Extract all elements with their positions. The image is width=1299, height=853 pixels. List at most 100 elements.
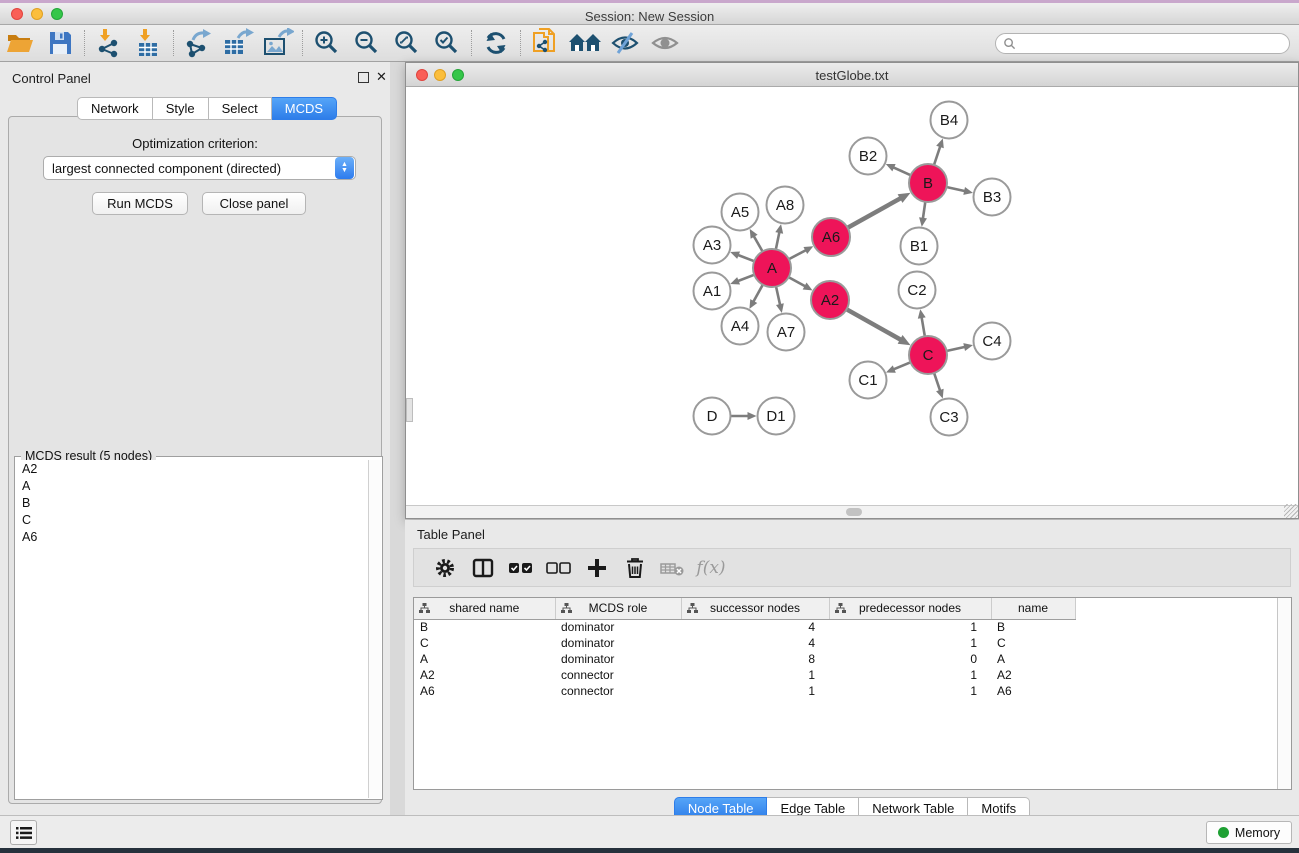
settings-gear-icon[interactable] (426, 553, 464, 583)
table-cell[interactable]: B (991, 619, 1075, 635)
run-mcds-button[interactable]: Run MCDS (92, 192, 188, 215)
edge-B-B4[interactable] (933, 144, 940, 166)
zoom-fit-icon[interactable] (387, 27, 427, 59)
edge-A2-C[interactable] (845, 308, 903, 341)
edge-A-A7[interactable] (776, 285, 781, 307)
table-cell[interactable]: 1 (829, 619, 991, 635)
table-cell[interactable]: connector (555, 667, 681, 683)
export-image-icon[interactable] (258, 27, 298, 59)
table-cell[interactable]: A (414, 651, 555, 667)
column-header-name[interactable]: name (991, 598, 1075, 619)
column-header-MCDS-role[interactable]: MCDS role (555, 598, 681, 619)
edge-A-A6[interactable] (787, 249, 808, 260)
mcds-result-item[interactable]: A (16, 477, 368, 494)
network-vertical-scrollbar[interactable] (406, 398, 413, 422)
edge-A-A3[interactable] (736, 254, 756, 262)
task-history-button[interactable] (10, 820, 37, 845)
save-session-icon[interactable] (40, 27, 80, 59)
window-resize-grip[interactable] (1284, 504, 1298, 518)
optimization-criterion-dropdown[interactable]: largest connected component (directed) ▲… (43, 156, 356, 180)
table-row[interactable]: A2connector11A2 (414, 667, 1075, 683)
column-header-shared-name[interactable]: shared name (414, 598, 555, 619)
zoom-out-icon[interactable] (347, 27, 387, 59)
edge-B-B1[interactable] (923, 200, 926, 221)
function-builder-icon[interactable]: f(x) (692, 553, 730, 583)
edge-A-A5[interactable] (753, 234, 764, 253)
open-session-icon[interactable] (0, 27, 40, 59)
mcds-result-item[interactable]: A6 (16, 528, 368, 545)
edge-B-B2[interactable] (892, 167, 913, 176)
zoom-selected-icon[interactable] (427, 27, 467, 59)
table-cell[interactable]: B (414, 619, 555, 635)
new-network-icon[interactable] (525, 27, 565, 59)
mcds-result-item[interactable]: A2 (16, 460, 368, 477)
mcds-result-item[interactable]: C (16, 511, 368, 528)
close-panel-icon[interactable]: ✕ (376, 69, 387, 85)
edge-C-C3[interactable] (933, 371, 940, 392)
table-cell[interactable]: 4 (681, 635, 829, 651)
table-row[interactable]: Adominator80A (414, 651, 1075, 667)
export-table-icon[interactable] (218, 27, 258, 59)
add-column-icon[interactable] (578, 553, 616, 583)
deselect-all-columns-icon[interactable] (540, 553, 578, 583)
edge-A6-B[interactable] (846, 197, 903, 229)
edge-C-C2[interactable] (921, 315, 925, 338)
search-input[interactable] (1016, 35, 1289, 52)
scrollbar-thumb[interactable] (846, 508, 862, 516)
mcds-result-list[interactable]: A2ABCA6 (16, 460, 368, 798)
table-row[interactable]: Bdominator41B (414, 619, 1075, 635)
edge-B-B3[interactable] (945, 187, 967, 192)
table-cell[interactable]: 4 (681, 619, 829, 635)
table-cell[interactable]: C (991, 635, 1075, 651)
table-cell[interactable]: 1 (681, 683, 829, 699)
table-cell[interactable]: A2 (991, 667, 1075, 683)
network-horizontal-scrollbar[interactable] (406, 505, 1298, 518)
mcds-result-item[interactable]: B (16, 494, 368, 511)
table-cell[interactable]: dominator (555, 651, 681, 667)
memory-button[interactable]: Memory (1206, 821, 1292, 844)
tab-style[interactable]: Style (153, 97, 209, 120)
node-table[interactable]: shared nameMCDS rolesuccessor nodesprede… (414, 598, 1076, 699)
table-cell[interactable]: 1 (829, 683, 991, 699)
edge-C-C1[interactable] (892, 362, 912, 371)
edge-A-A2[interactable] (787, 276, 807, 287)
close-panel-button[interactable]: Close panel (202, 192, 306, 215)
table-row[interactable]: Cdominator41C (414, 635, 1075, 651)
table-cell[interactable]: 1 (829, 635, 991, 651)
refresh-icon[interactable] (476, 27, 516, 59)
tab-network[interactable]: Network (77, 97, 153, 120)
table-cell[interactable]: A6 (414, 683, 555, 699)
export-network-icon[interactable] (178, 27, 218, 59)
float-panel-icon[interactable] (358, 72, 369, 83)
table-cell[interactable]: 8 (681, 651, 829, 667)
table-cell[interactable]: 0 (829, 651, 991, 667)
home-icon[interactable] (565, 27, 605, 59)
edge-A-A1[interactable] (736, 274, 756, 282)
table-cell[interactable]: A (991, 651, 1075, 667)
import-table-icon[interactable] (129, 27, 169, 59)
delete-column-trash-icon[interactable] (616, 553, 654, 583)
show-graphics-eye-icon[interactable] (645, 27, 685, 59)
edge-C-C4[interactable] (945, 347, 967, 352)
import-network-icon[interactable] (89, 27, 129, 59)
table-cell[interactable]: dominator (555, 635, 681, 651)
table-vertical-scrollbar[interactable] (1277, 598, 1291, 789)
table-cell[interactable]: C (414, 635, 555, 651)
hide-graphics-eye-icon[interactable] (605, 27, 645, 59)
table-cell[interactable]: 1 (829, 667, 991, 683)
edge-A-A8[interactable] (775, 230, 779, 251)
select-all-columns-icon[interactable] (502, 553, 540, 583)
table-cell[interactable]: connector (555, 683, 681, 699)
tab-select[interactable]: Select (209, 97, 272, 120)
network-window-titlebar[interactable]: testGlobe.txt (406, 63, 1298, 87)
edge-A-A4[interactable] (752, 283, 763, 304)
mcds-result-scrollbar[interactable] (368, 460, 381, 798)
tab-mcds[interactable]: MCDS (272, 97, 337, 120)
network-graph[interactable]: B4B2BB3A5A8A6A3B1AA1C2A2A4A7C4CC1C3DD1 (406, 87, 1298, 505)
search-field[interactable] (995, 33, 1290, 54)
column-header-predecessor-nodes[interactable]: predecessor nodes (829, 598, 991, 619)
column-header-successor-nodes[interactable]: successor nodes (681, 598, 829, 619)
zoom-in-icon[interactable] (307, 27, 347, 59)
table-cell[interactable]: 1 (681, 667, 829, 683)
delete-table-icon[interactable] (654, 553, 692, 583)
